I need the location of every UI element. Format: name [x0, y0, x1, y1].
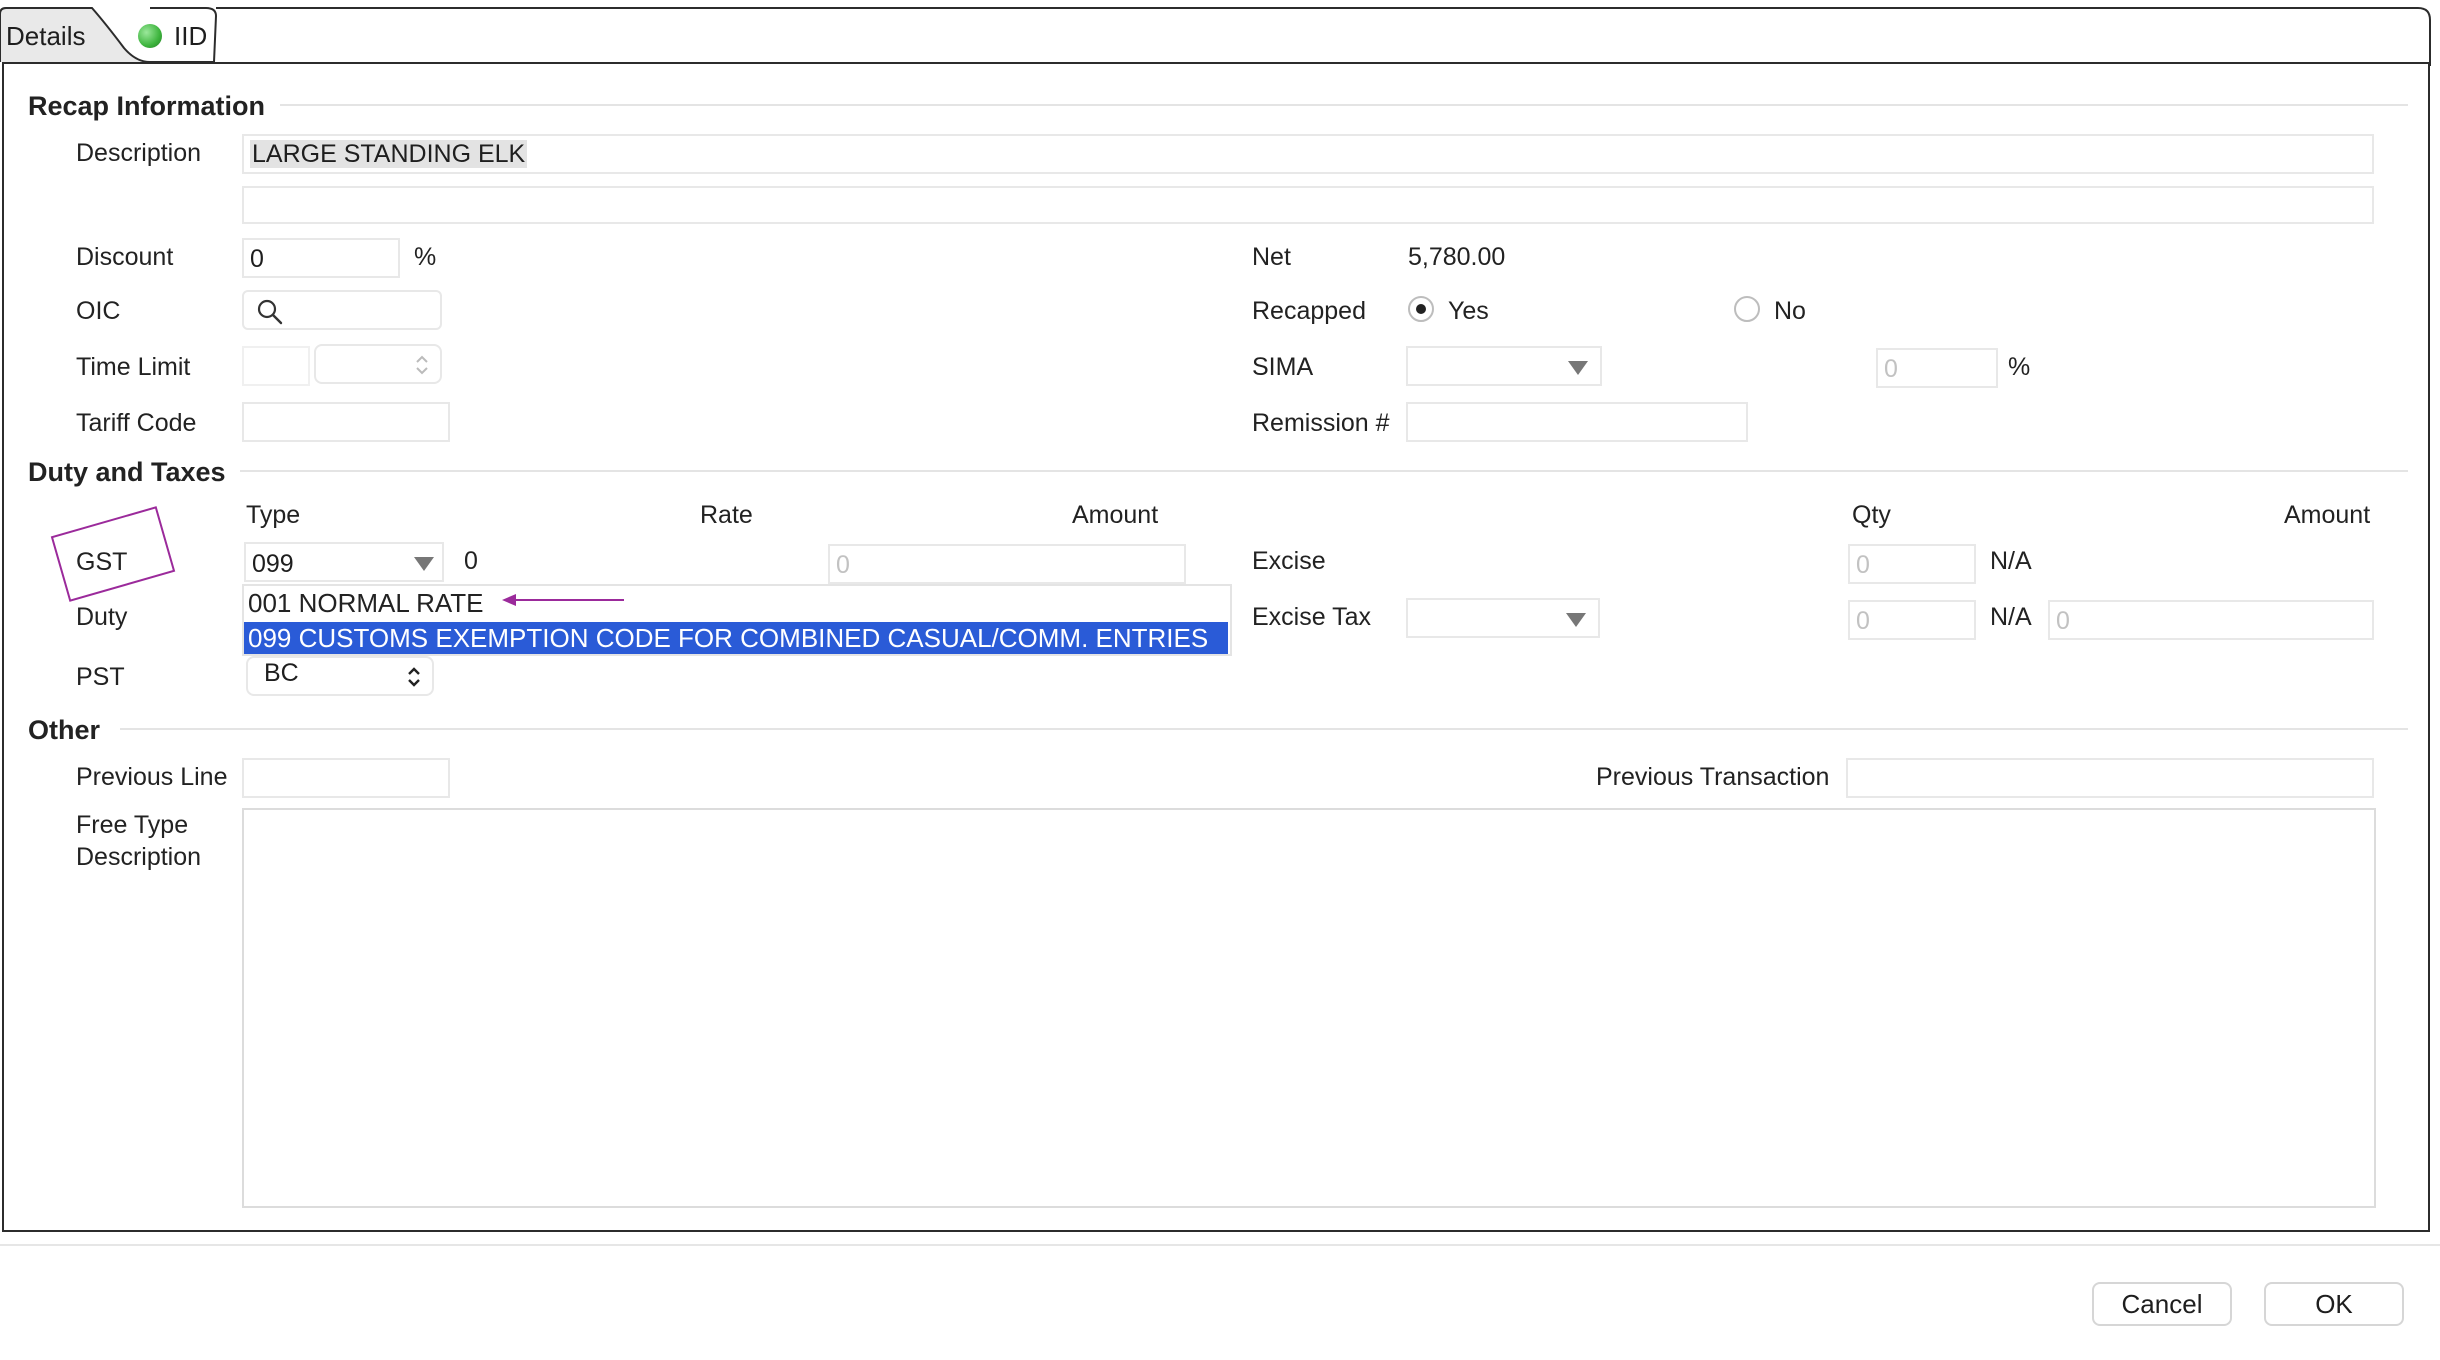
recapped-yes-label[interactable]: Yes: [1448, 296, 1489, 326]
net-value: 5,780.00: [1408, 243, 1506, 271]
time-limit-label: Time Limit: [76, 353, 191, 381]
excise-qty-field[interactable]: 0: [1848, 544, 1976, 584]
excise-tax-amount-field[interactable]: 0: [2048, 600, 2374, 640]
description-line2-field[interactable]: [242, 186, 2374, 224]
dropdown-arrow-icon: [1566, 613, 1586, 627]
excise-tax-select[interactable]: [1406, 598, 1600, 638]
dropdown-arrow-icon: [414, 557, 434, 571]
section-recap-rule: [280, 104, 2408, 106]
previous-transaction-label: Previous Transaction: [1596, 763, 1830, 791]
free-type-label-1: Free Type: [76, 811, 189, 839]
dropdown-option-099[interactable]: 099 CUSTOMS EXEMPTION CODE FOR COMBINED …: [248, 623, 1208, 653]
excise-tax-label: Excise Tax: [1252, 603, 1372, 631]
stepper-icon: [408, 667, 420, 687]
description-value: LARGE STANDING ELK: [250, 140, 528, 168]
annotation-arrow-icon: [502, 594, 624, 606]
col-amount-header: Amount: [1072, 501, 1159, 529]
ok-button[interactable]: OK: [2264, 1282, 2404, 1326]
pst-label: PST: [76, 663, 125, 691]
previous-line-field[interactable]: [242, 758, 450, 798]
sima-label: SIMA: [1252, 353, 1314, 381]
gst-rate-value: 0: [464, 547, 478, 575]
gst-label: GST: [76, 548, 128, 576]
status-green-dot-icon: [138, 24, 162, 48]
col-amount2-header: Amount: [2284, 501, 2371, 529]
dialog-footer-divider: [0, 1244, 2440, 1246]
tariff-code-label: Tariff Code: [76, 409, 197, 437]
oic-search-field[interactable]: [242, 290, 442, 330]
free-type-description-textarea[interactable]: [242, 808, 2376, 1208]
section-duty-title: Duty and Taxes: [28, 457, 226, 487]
tab-iid-label: IID: [174, 21, 208, 51]
recapped-no-label[interactable]: No: [1774, 296, 1806, 326]
stepper-icon: [416, 355, 428, 375]
pst-select[interactable]: BC: [246, 656, 434, 696]
col-qty-header: Qty: [1852, 501, 1891, 529]
duty-label: Duty: [76, 603, 128, 631]
section-other-title: Other: [28, 715, 101, 745]
excise-na: N/A: [1990, 547, 2032, 575]
tariff-code-field[interactable]: [242, 402, 450, 442]
oic-label: OIC: [76, 297, 121, 325]
tab-details[interactable]: Details: [6, 20, 85, 52]
net-label: Net: [1252, 243, 1291, 271]
time-limit-field[interactable]: [242, 346, 310, 386]
section-duty-rule: [240, 470, 2408, 472]
col-type-header: Type: [246, 501, 301, 529]
gst-amount-field[interactable]: 0: [828, 544, 1186, 584]
recapped-label: Recapped: [1252, 297, 1366, 325]
excise-tax-na: N/A: [1990, 603, 2032, 631]
remission-field[interactable]: [1406, 402, 1748, 442]
discount-field[interactable]: 0: [242, 238, 400, 278]
discount-label: Discount: [76, 243, 174, 271]
recapped-no-radio[interactable]: [1734, 296, 1760, 322]
tab-outline: [0, 7, 2431, 66]
previous-line-label: Previous Line: [76, 763, 228, 791]
cancel-button[interactable]: Cancel: [2092, 1282, 2232, 1326]
pst-value: BC: [264, 659, 299, 687]
section-other-rule: [120, 728, 2408, 730]
excise-label: Excise: [1252, 547, 1326, 575]
gst-type-value: 099: [252, 550, 294, 578]
description-label: Description: [76, 139, 202, 167]
dropdown-option-001[interactable]: 001 NORMAL RATE: [248, 588, 484, 618]
free-type-label-2: Description: [76, 843, 202, 871]
description-field[interactable]: LARGE STANDING ELK: [242, 134, 2374, 174]
discount-unit: %: [414, 243, 437, 271]
search-icon: [257, 299, 283, 325]
time-limit-unit-select[interactable]: [314, 344, 442, 384]
recapped-yes-radio[interactable]: [1408, 296, 1434, 322]
dropdown-arrow-icon: [1568, 361, 1588, 375]
sima-select[interactable]: [1406, 346, 1602, 386]
sima-percent-unit: %: [2008, 353, 2031, 381]
section-recap-title: Recap Information: [28, 91, 266, 121]
remission-label: Remission #: [1252, 409, 1390, 437]
previous-transaction-field[interactable]: [1846, 758, 2374, 798]
col-rate-header: Rate: [700, 501, 753, 529]
sima-percent-field[interactable]: 0: [1876, 348, 1998, 388]
gst-type-select[interactable]: 099: [244, 542, 444, 582]
excise-tax-qty-field[interactable]: 0: [1848, 600, 1976, 640]
tab-bar: Details IID: [0, 4, 2431, 66]
